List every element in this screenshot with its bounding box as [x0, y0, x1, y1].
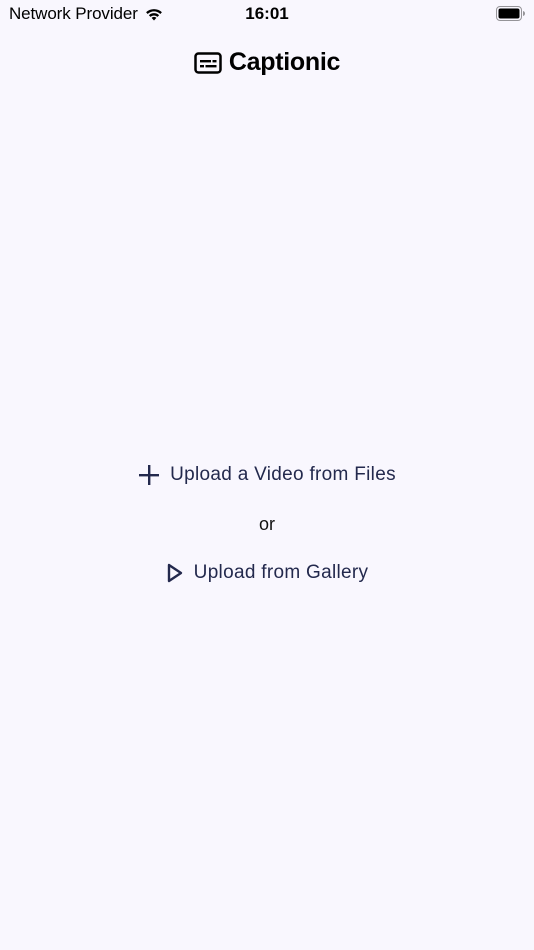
battery-icon [496, 6, 525, 21]
upload-from-gallery-label: Upload from Gallery [193, 562, 369, 583]
plus-icon [139, 465, 160, 485]
upload-from-files-label: Upload a Video from Files [170, 464, 396, 485]
upload-from-gallery-button[interactable]: Upload from Gallery [166, 553, 369, 593]
or-separator: or [258, 514, 275, 534]
upload-actions: Upload a Video from Files or Upload from… [0, 455, 534, 593]
status-bar: Network Provider 16:01 [0, 0, 534, 28]
upload-from-files-button[interactable]: Upload a Video from Files [138, 455, 396, 495]
status-time: 16:01 [245, 4, 289, 23]
app-title: Captionic [228, 48, 341, 76]
play-icon [167, 563, 182, 583]
app-header: Captionic [0, 48, 534, 77]
captions-icon [194, 51, 222, 74]
